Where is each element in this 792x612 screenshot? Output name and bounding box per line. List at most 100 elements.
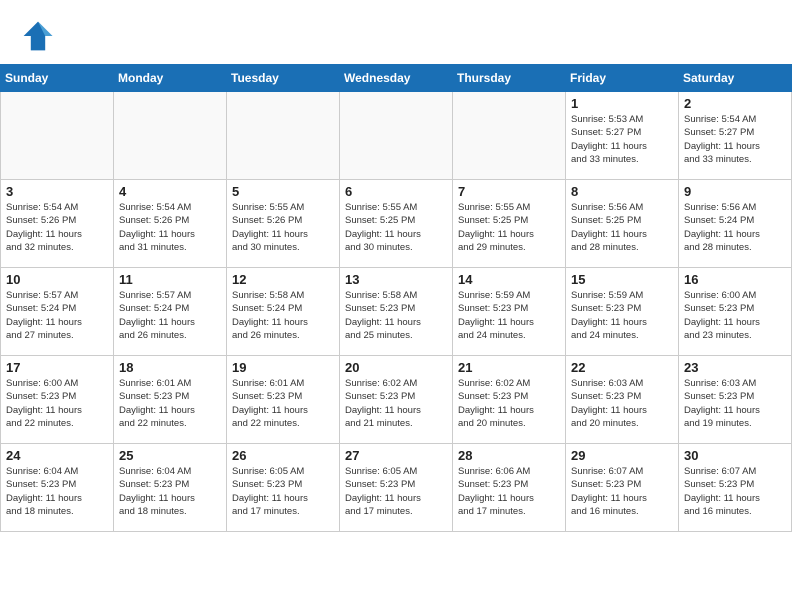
weekday-header: Sunday xyxy=(1,65,114,92)
calendar-cell: 21 Sunrise: 6:02 AM Sunset: 5:23 PM Dayli… xyxy=(453,356,566,444)
day-number: 28 xyxy=(458,448,560,463)
day-info: Sunrise: 5:56 AM Sunset: 5:24 PM Dayligh… xyxy=(684,201,786,254)
day-info: Sunrise: 6:01 AM Sunset: 5:23 PM Dayligh… xyxy=(232,377,334,430)
calendar-cell: 4 Sunrise: 5:54 AM Sunset: 5:26 PM Daylig… xyxy=(114,180,227,268)
calendar-week-row: 10 Sunrise: 5:57 AM Sunset: 5:24 PM Dayli… xyxy=(1,268,792,356)
calendar-cell xyxy=(114,92,227,180)
calendar-cell: 3 Sunrise: 5:54 AM Sunset: 5:26 PM Daylig… xyxy=(1,180,114,268)
day-info: Sunrise: 5:55 AM Sunset: 5:26 PM Dayligh… xyxy=(232,201,334,254)
calendar-cell: 26 Sunrise: 6:05 AM Sunset: 5:23 PM Dayli… xyxy=(227,444,340,532)
calendar-cell: 20Sunrise: 6:02 AM Sunset: 5:23 PM Dayli… xyxy=(340,356,453,444)
calendar-week-row: 3 Sunrise: 5:54 AM Sunset: 5:26 PM Daylig… xyxy=(1,180,792,268)
calendar-cell: 9 Sunrise: 5:56 AM Sunset: 5:24 PM Daylig… xyxy=(679,180,792,268)
calendar-week-row: 24 Sunrise: 6:04 AM Sunset: 5:23 PM Dayli… xyxy=(1,444,792,532)
day-number: 8 xyxy=(571,184,673,199)
day-info: Sunrise: 5:56 AM Sunset: 5:25 PM Dayligh… xyxy=(571,201,673,254)
day-info: Sunrise: 6:00 AM Sunset: 5:23 PM Dayligh… xyxy=(684,289,786,342)
day-info: Sunrise: 6:05 AM Sunset: 5:23 PM Dayligh… xyxy=(345,465,447,518)
day-number: 19 xyxy=(232,360,334,375)
calendar-cell: 28 Sunrise: 6:06 AM Sunset: 5:23 PM Dayli… xyxy=(453,444,566,532)
day-number: 17 xyxy=(6,360,108,375)
day-info: Sunrise: 6:04 AM Sunset: 5:23 PM Dayligh… xyxy=(6,465,108,518)
day-info: Sunrise: 5:55 AM Sunset: 5:25 PM Dayligh… xyxy=(345,201,447,254)
calendar-cell: 25Sunrise: 6:04 AM Sunset: 5:23 PM Dayli… xyxy=(114,444,227,532)
day-number: 5 xyxy=(232,184,334,199)
calendar-cell: 15 Sunrise: 5:59 AM Sunset: 5:23 PM Dayli… xyxy=(566,268,679,356)
day-number: 24 xyxy=(6,448,108,463)
day-number: 10 xyxy=(6,272,108,287)
weekday-header-row: SundayMondayTuesdayWednesdayThursdayFrid… xyxy=(1,65,792,92)
day-info: Sunrise: 5:57 AM Sunset: 5:24 PM Dayligh… xyxy=(119,289,221,342)
day-info: Sunrise: 6:06 AM Sunset: 5:23 PM Dayligh… xyxy=(458,465,560,518)
day-info: Sunrise: 5:54 AM Sunset: 5:26 PM Dayligh… xyxy=(6,201,108,254)
calendar-cell: 1 Sunrise: 5:53 AM Sunset: 5:27 PM Daylig… xyxy=(566,92,679,180)
calendar-cell: 5 Sunrise: 5:55 AM Sunset: 5:26 PM Daylig… xyxy=(227,180,340,268)
day-info: Sunrise: 6:05 AM Sunset: 5:23 PM Dayligh… xyxy=(232,465,334,518)
calendar: SundayMondayTuesdayWednesdayThursdayFrid… xyxy=(0,64,792,532)
day-number: 11 xyxy=(119,272,221,287)
day-info: Sunrise: 6:07 AM Sunset: 5:23 PM Dayligh… xyxy=(684,465,786,518)
calendar-cell xyxy=(340,92,453,180)
day-number: 14 xyxy=(458,272,560,287)
day-number: 22 xyxy=(571,360,673,375)
day-number: 29 xyxy=(571,448,673,463)
day-number: 6 xyxy=(345,184,447,199)
calendar-cell: 23 Sunrise: 6:03 AM Sunset: 5:23 PM Dayli… xyxy=(679,356,792,444)
weekday-header: Monday xyxy=(114,65,227,92)
logo xyxy=(20,18,60,54)
weekday-header: Wednesday xyxy=(340,65,453,92)
calendar-cell: 8 Sunrise: 5:56 AM Sunset: 5:25 PM Daylig… xyxy=(566,180,679,268)
calendar-cell: 22 Sunrise: 6:03 AM Sunset: 5:23 PM Dayli… xyxy=(566,356,679,444)
day-number: 16 xyxy=(684,272,786,287)
calendar-cell: 6 Sunrise: 5:55 AM Sunset: 5:25 PM Daylig… xyxy=(340,180,453,268)
day-info: Sunrise: 5:54 AM Sunset: 5:27 PM Dayligh… xyxy=(684,113,786,166)
day-info: Sunrise: 6:03 AM Sunset: 5:23 PM Dayligh… xyxy=(684,377,786,430)
day-number: 15 xyxy=(571,272,673,287)
calendar-cell: 18Sunrise: 6:01 AM Sunset: 5:23 PM Dayli… xyxy=(114,356,227,444)
day-number: 13 xyxy=(345,272,447,287)
day-info: Sunrise: 6:02 AM Sunset: 5:23 PM Dayligh… xyxy=(345,377,447,430)
weekday-header: Thursday xyxy=(453,65,566,92)
day-info: Sunrise: 5:54 AM Sunset: 5:26 PM Dayligh… xyxy=(119,201,221,254)
header xyxy=(0,0,792,64)
day-number: 21 xyxy=(458,360,560,375)
calendar-cell: 7 Sunrise: 5:55 AM Sunset: 5:25 PM Daylig… xyxy=(453,180,566,268)
calendar-cell: 13 Sunrise: 5:58 AM Sunset: 5:23 PM Dayli… xyxy=(340,268,453,356)
day-info: Sunrise: 5:53 AM Sunset: 5:27 PM Dayligh… xyxy=(571,113,673,166)
day-number: 4 xyxy=(119,184,221,199)
day-number: 23 xyxy=(684,360,786,375)
day-info: Sunrise: 6:07 AM Sunset: 5:23 PM Dayligh… xyxy=(571,465,673,518)
day-info: Sunrise: 5:58 AM Sunset: 5:24 PM Dayligh… xyxy=(232,289,334,342)
calendar-cell: 14 Sunrise: 5:59 AM Sunset: 5:23 PM Dayli… xyxy=(453,268,566,356)
calendar-week-row: 1 Sunrise: 5:53 AM Sunset: 5:27 PM Daylig… xyxy=(1,92,792,180)
day-info: Sunrise: 5:59 AM Sunset: 5:23 PM Dayligh… xyxy=(458,289,560,342)
day-info: Sunrise: 5:59 AM Sunset: 5:23 PM Dayligh… xyxy=(571,289,673,342)
day-number: 2 xyxy=(684,96,786,111)
calendar-cell: 12Sunrise: 5:58 AM Sunset: 5:24 PM Dayli… xyxy=(227,268,340,356)
calendar-cell: 16 Sunrise: 6:00 AM Sunset: 5:23 PM Dayli… xyxy=(679,268,792,356)
day-number: 27 xyxy=(345,448,447,463)
day-number: 26 xyxy=(232,448,334,463)
day-info: Sunrise: 6:02 AM Sunset: 5:23 PM Dayligh… xyxy=(458,377,560,430)
day-number: 3 xyxy=(6,184,108,199)
day-info: Sunrise: 5:55 AM Sunset: 5:25 PM Dayligh… xyxy=(458,201,560,254)
day-number: 9 xyxy=(684,184,786,199)
weekday-header: Tuesday xyxy=(227,65,340,92)
calendar-cell: 29 Sunrise: 6:07 AM Sunset: 5:23 PM Dayli… xyxy=(566,444,679,532)
day-number: 7 xyxy=(458,184,560,199)
calendar-cell xyxy=(1,92,114,180)
day-info: Sunrise: 6:01 AM Sunset: 5:23 PM Dayligh… xyxy=(119,377,221,430)
calendar-week-row: 17 Sunrise: 6:00 AM Sunset: 5:23 PM Dayli… xyxy=(1,356,792,444)
weekday-header: Friday xyxy=(566,65,679,92)
calendar-cell: 30 Sunrise: 6:07 AM Sunset: 5:23 PM Dayli… xyxy=(679,444,792,532)
day-info: Sunrise: 6:00 AM Sunset: 5:23 PM Dayligh… xyxy=(6,377,108,430)
day-info: Sunrise: 6:03 AM Sunset: 5:23 PM Dayligh… xyxy=(571,377,673,430)
calendar-cell: 17 Sunrise: 6:00 AM Sunset: 5:23 PM Dayli… xyxy=(1,356,114,444)
day-number: 1 xyxy=(571,96,673,111)
calendar-cell: 10Sunrise: 5:57 AM Sunset: 5:24 PM Dayli… xyxy=(1,268,114,356)
weekday-header: Saturday xyxy=(679,65,792,92)
calendar-cell: 11 Sunrise: 5:57 AM Sunset: 5:24 PM Dayli… xyxy=(114,268,227,356)
day-number: 30 xyxy=(684,448,786,463)
calendar-cell xyxy=(453,92,566,180)
day-info: Sunrise: 5:58 AM Sunset: 5:23 PM Dayligh… xyxy=(345,289,447,342)
